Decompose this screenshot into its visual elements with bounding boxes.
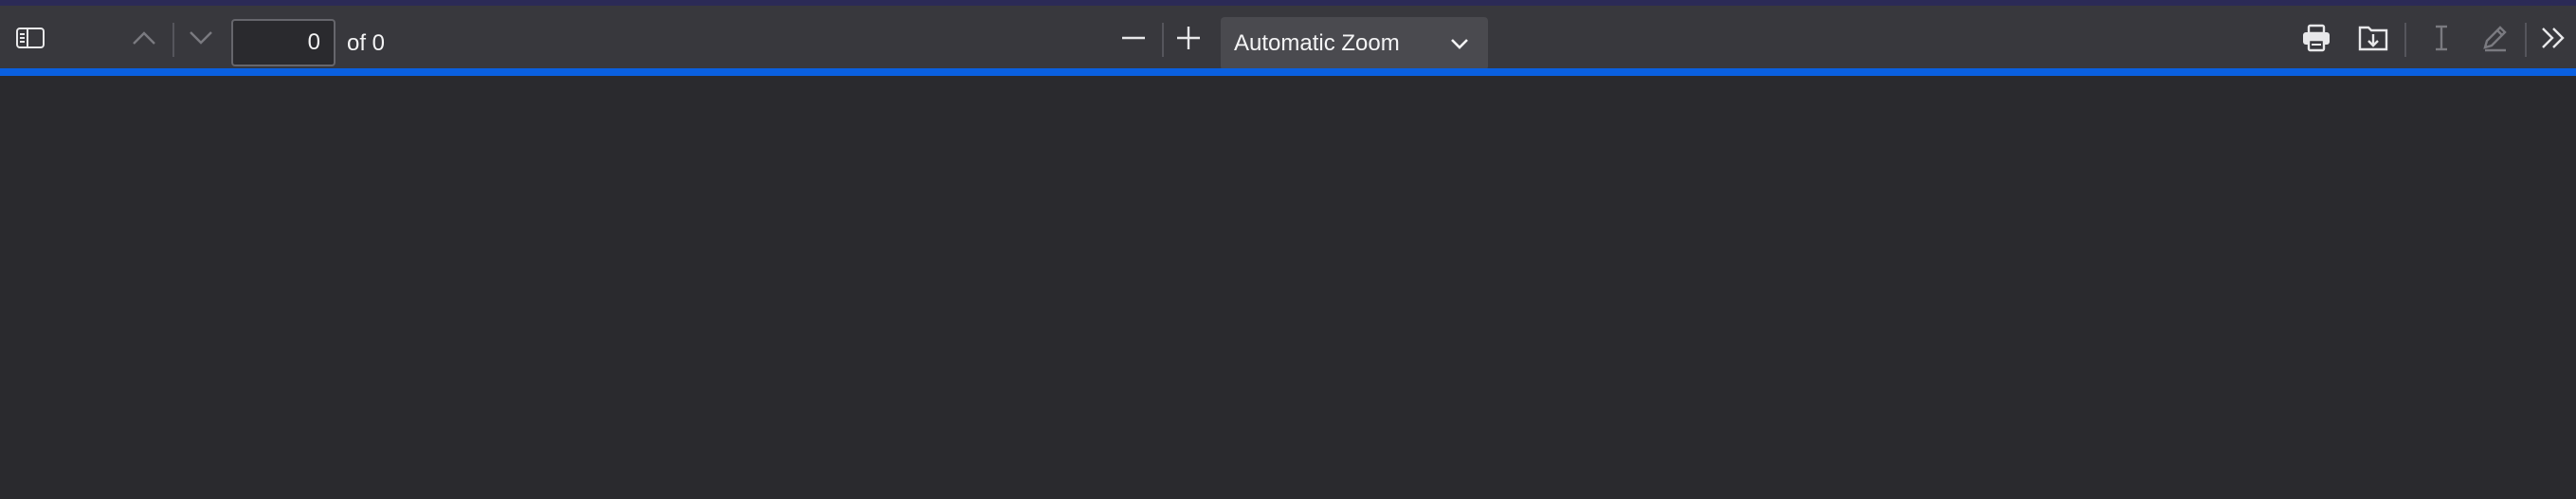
zoom-out-button[interactable] bbox=[1113, 19, 1154, 57]
plus-icon bbox=[1175, 25, 1202, 51]
page-number-input[interactable] bbox=[231, 19, 336, 66]
text-cursor-icon bbox=[2431, 23, 2452, 53]
print-button[interactable] bbox=[2295, 19, 2337, 57]
sidebar-icon bbox=[15, 26, 45, 50]
double-chevron-right-icon bbox=[2539, 25, 2567, 51]
minus-icon bbox=[1120, 25, 1147, 51]
chevron-up-icon bbox=[131, 29, 157, 46]
toolbar-separator bbox=[2525, 23, 2527, 57]
previous-page-button[interactable] bbox=[123, 19, 165, 57]
more-tools-button[interactable] bbox=[2532, 19, 2574, 57]
chevron-down-icon bbox=[1448, 32, 1471, 55]
chevron-down-icon bbox=[188, 29, 214, 46]
draw-tool-button[interactable] bbox=[2474, 19, 2515, 57]
printer-icon bbox=[2301, 24, 2331, 52]
toolbar-separator bbox=[1162, 23, 1164, 57]
text-tool-button[interactable] bbox=[2421, 19, 2462, 57]
save-button[interactable] bbox=[2352, 19, 2394, 57]
toggle-sidebar-button[interactable] bbox=[9, 19, 51, 57]
toolbar-separator bbox=[2404, 23, 2406, 57]
zoom-in-button[interactable] bbox=[1168, 19, 1209, 57]
page-count-label: of 0 bbox=[347, 30, 386, 56]
pdf-toolbar: of 0 Automatic Zoom bbox=[0, 6, 2576, 70]
download-icon bbox=[2357, 24, 2389, 52]
loading-progress-bar bbox=[0, 68, 2576, 76]
next-page-button[interactable] bbox=[180, 19, 222, 57]
zoom-select[interactable]: Automatic Zoom bbox=[1221, 17, 1488, 70]
pen-icon bbox=[2479, 23, 2510, 53]
document-viewer-area[interactable] bbox=[0, 76, 2576, 499]
zoom-select-value: Automatic Zoom bbox=[1234, 30, 1400, 56]
toolbar-separator bbox=[172, 23, 174, 57]
